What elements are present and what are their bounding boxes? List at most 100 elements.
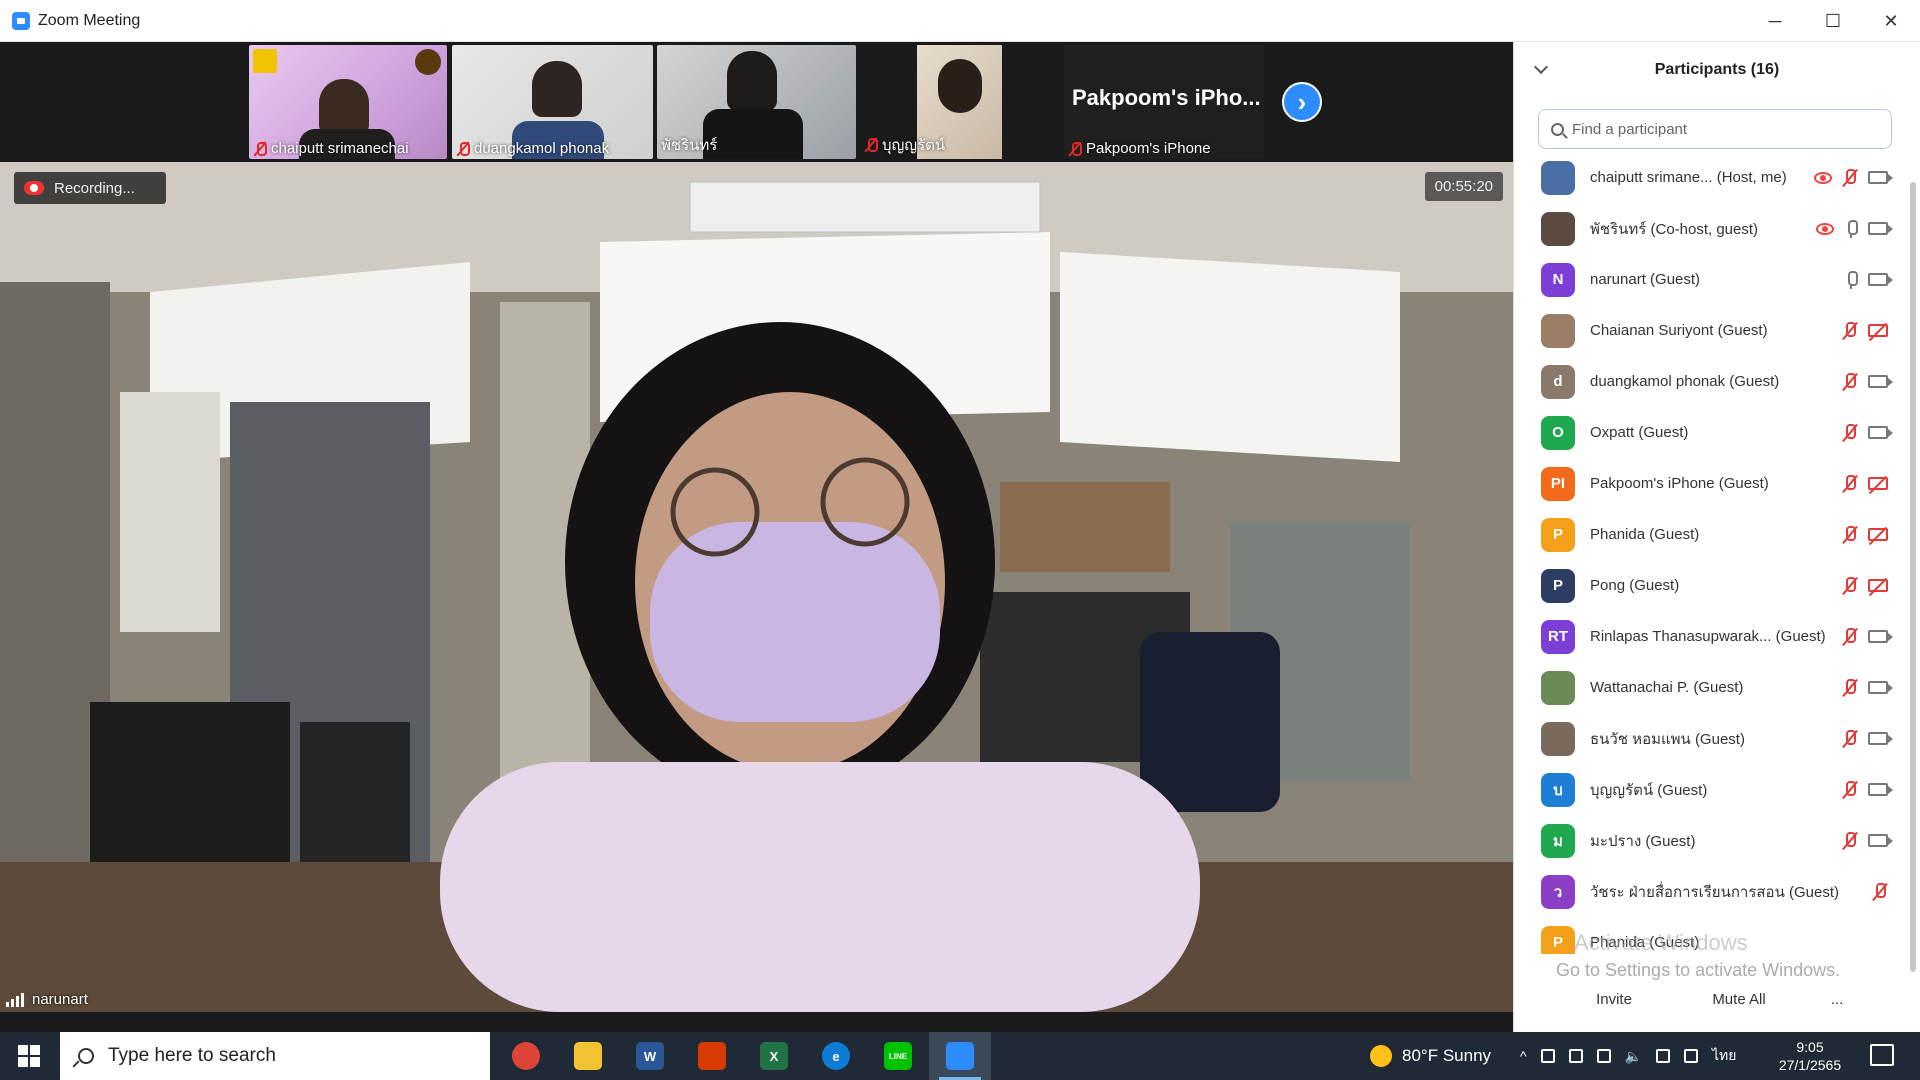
participant-name: มะปราง (Guest) <box>1590 832 1696 850</box>
mute-all-button[interactable]: Mute All <box>1689 984 1789 1014</box>
participant-row[interactable]: d duangkamol phonak (Guest) <box>1514 356 1894 407</box>
participant-status-icons <box>1814 152 1893 203</box>
weather-widget[interactable]: 80°F Sunny <box>1370 1032 1491 1080</box>
microphone-muted-icon[interactable] <box>1842 423 1858 442</box>
mic-muted-icon <box>253 141 267 157</box>
next-page-button[interactable]: › <box>1282 82 1322 122</box>
person-silhouette <box>938 59 982 113</box>
system-clock[interactable]: 9:05 27/1/2565 <box>1760 1038 1860 1074</box>
thumbnail-name-text: chaiputt srimanechai <box>271 140 409 157</box>
microphone-muted-icon[interactable] <box>1842 678 1858 697</box>
video-thumbnail[interactable]: บุญญรัตน์ <box>860 45 1003 159</box>
video-camera-icon <box>1868 426 1893 439</box>
avatar <box>1541 670 1575 705</box>
participant-name: narunart (Guest) <box>1590 271 1701 288</box>
participant-row[interactable]: พัชรินทร์ (Co-host, guest) <box>1514 203 1894 254</box>
video-thumbnail[interactable]: พัชรินทร์ <box>657 45 856 159</box>
video-thumbnail[interactable]: Pakpoom's iPho... Pakpoom's iPhone <box>1064 45 1264 159</box>
taskbar-app-chrome[interactable] <box>495 1032 557 1080</box>
taskbar-app-office[interactable] <box>681 1032 743 1080</box>
chevron-down-icon[interactable] <box>1533 59 1549 75</box>
taskbar-app-excel[interactable]: X <box>743 1032 805 1080</box>
office-icon <box>698 1042 726 1070</box>
participant-row[interactable]: O Oxpatt (Guest) <box>1514 407 1894 458</box>
windows-taskbar: Type here to search W Xe LINE 80°F Sunny ^… <box>0 1032 1920 1080</box>
video-camera-icon <box>1868 783 1893 796</box>
avatar: P <box>1541 517 1575 552</box>
panel-footer: Invite Mute All ... <box>1514 979 1920 1019</box>
active-speaker-label: narunart <box>6 991 88 1008</box>
taskbar-app-file-explorer[interactable] <box>557 1032 619 1080</box>
microphone-muted-icon[interactable] <box>1842 321 1858 340</box>
taskbar-app-edge[interactable]: e <box>805 1032 867 1080</box>
participant-search[interactable] <box>1538 109 1892 149</box>
participant-status-icons <box>1842 662 1893 713</box>
participant-row[interactable]: บ บุญญรัตน์ (Guest) <box>1514 764 1894 815</box>
active-speaker-name: narunart <box>32 991 88 1008</box>
taskbar-app-line[interactable]: LINE <box>867 1032 929 1080</box>
participant-row[interactable]: ว วัชระ ฝ่ายสื่อการเรียนการสอน (Guest) <box>1514 866 1894 917</box>
more-options-button[interactable]: ... <box>1821 984 1853 1014</box>
participant-row[interactable]: ธนวัช หอมแพน (Guest) <box>1514 713 1894 764</box>
microphone-muted-icon[interactable] <box>1842 831 1858 850</box>
participant-row[interactable]: RT Rinlapas Thanasupwarak... (Guest) <box>1514 611 1894 662</box>
participant-row[interactable]: P Pong (Guest) <box>1514 560 1894 611</box>
participant-row[interactable]: PI Pakpoom's iPhone (Guest) <box>1514 458 1894 509</box>
microphone-muted-icon[interactable] <box>1842 525 1858 544</box>
chevron-up-icon[interactable]: ^ <box>1520 1048 1527 1064</box>
participant-row[interactable]: P Phanida (Guest) <box>1514 509 1894 560</box>
microphone-icon[interactable] <box>1844 219 1858 238</box>
mic-muted-icon <box>456 141 470 157</box>
taskbar-app-zoom[interactable] <box>929 1032 991 1080</box>
microphone-muted-icon[interactable] <box>1842 474 1858 493</box>
network-icon[interactable] <box>1540 1049 1555 1063</box>
battery-icon[interactable] <box>1568 1049 1583 1063</box>
video-thumbnail[interactable]: chaiputt srimanechai <box>249 45 447 159</box>
microphone-muted-icon[interactable] <box>1842 780 1858 799</box>
avatar <box>1541 313 1575 348</box>
maximize-button[interactable]: ☐ <box>1804 0 1862 42</box>
taskbar-search[interactable]: Type here to search <box>60 1032 490 1080</box>
window-controls: ─ ☐ ✕ <box>1746 0 1920 42</box>
volume-icon[interactable]: 🔈 <box>1625 1048 1642 1065</box>
microphone-muted-icon[interactable] <box>1842 729 1858 748</box>
onedrive-icon[interactable] <box>1596 1049 1611 1063</box>
participant-row[interactable]: chaiputt srimane... (Host, me) <box>1514 152 1894 203</box>
participant-list: chaiputt srimane... (Host, me) พัชรินทร์ … <box>1514 152 1894 954</box>
microphone-muted-icon[interactable] <box>1842 372 1858 391</box>
app-tray-icon[interactable] <box>1684 1049 1699 1063</box>
microphone-icon[interactable] <box>1844 270 1858 289</box>
mic-muted-icon <box>1068 141 1082 157</box>
video-camera-off-icon <box>1868 579 1888 592</box>
input-language[interactable]: ไทย <box>1712 1045 1736 1067</box>
microphone-muted-icon[interactable] <box>1842 168 1858 187</box>
close-button[interactable]: ✕ <box>1862 0 1920 42</box>
microphone-muted-icon[interactable] <box>1842 576 1858 595</box>
invite-button[interactable]: Invite <box>1569 984 1659 1014</box>
participant-row[interactable]: ม มะปราง (Guest) <box>1514 815 1894 866</box>
participant-search-input[interactable] <box>1572 120 1872 138</box>
participant-row[interactable]: Nnarunart (Guest) <box>1514 254 1894 305</box>
taskbar-app-word[interactable]: W <box>619 1032 681 1080</box>
recording-indicator[interactable]: Recording... <box>14 172 166 204</box>
participant-row[interactable]: Chaianan Suriyont (Guest) <box>1514 305 1894 356</box>
system-tray: ^ 🔈 ไทย <box>1520 1032 1737 1080</box>
microphone-muted-icon[interactable] <box>1872 882 1888 901</box>
participant-name: วัชระ ฝ่ายสื่อการเรียนการสอน (Guest) <box>1590 883 1838 901</box>
speaker-video-frame <box>0 162 1513 1012</box>
avatar: N <box>1541 262 1575 297</box>
participant-row[interactable]: Wattanachai P. (Guest) <box>1514 662 1894 713</box>
minimize-button[interactable]: ─ <box>1746 0 1804 42</box>
wifi-icon[interactable] <box>1656 1049 1671 1063</box>
participant-status-icons <box>1816 203 1893 254</box>
avatar: P <box>1541 568 1575 603</box>
video-camera-off-icon <box>1868 477 1888 490</box>
participant-list-scrollbar[interactable] <box>1910 182 1916 972</box>
thumbnail-name: บุญญรัตน์ <box>864 133 945 157</box>
video-thumbnail[interactable]: duangkamol phonak <box>452 45 653 159</box>
microphone-muted-icon[interactable] <box>1842 627 1858 646</box>
word-icon: W <box>636 1042 664 1070</box>
start-button[interactable] <box>0 1032 58 1080</box>
notification-icon[interactable] <box>1870 1044 1894 1066</box>
participant-status-icons <box>1842 764 1893 815</box>
